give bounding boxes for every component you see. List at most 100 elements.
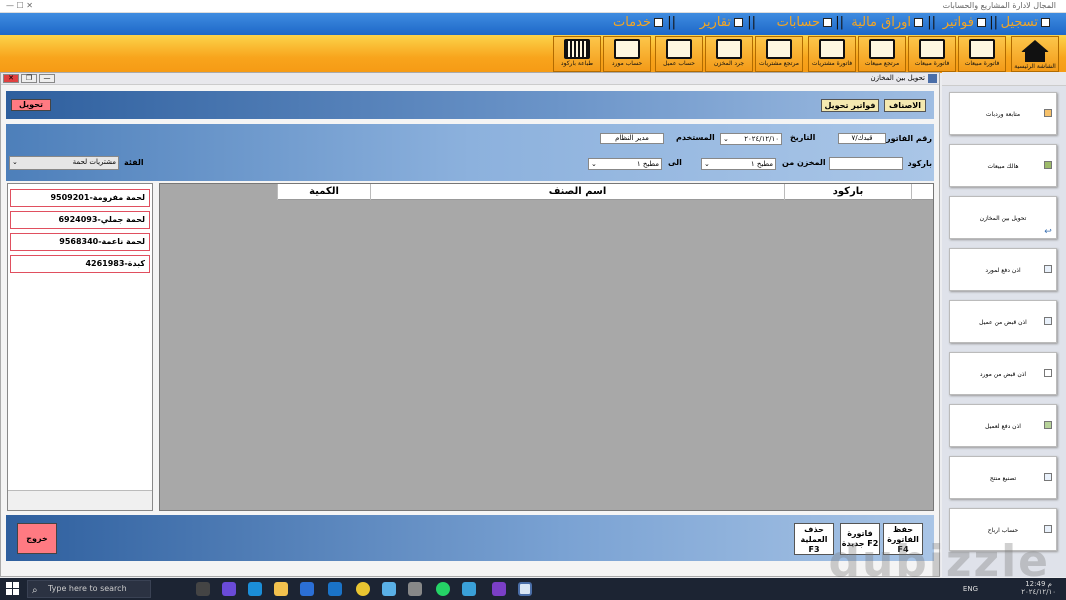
barcode-input[interactable]	[829, 157, 903, 170]
menu-reports[interactable]: تقارير	[700, 15, 743, 30]
sales-return-button[interactable]: مرتجع مبيعات	[858, 36, 906, 72]
customer-account-button[interactable]: حساب عميل	[655, 36, 703, 72]
supplier-account-icon	[614, 39, 640, 59]
sidebar-item-supplier-receipt[interactable]: اذن قبض من مورد	[949, 352, 1057, 395]
main-toolbar: الشاشة الرئيسية فاتورة مبيعات فاتورة مبي…	[0, 35, 1066, 73]
profit-icon	[1044, 525, 1052, 533]
app-icon[interactable]	[382, 582, 396, 596]
menu-icon	[977, 18, 986, 27]
purchase-invoice-button[interactable]: فاتورة مشتريات	[808, 36, 856, 72]
returns-icon	[869, 39, 895, 59]
sidebar-item-sales-waste[interactable]: هالك مبيعات	[949, 144, 1057, 187]
to-store-select[interactable]: ⌄ مطبخ ١	[588, 158, 662, 170]
explorer-icon[interactable]	[274, 582, 288, 596]
col-qty[interactable]: الكمية	[277, 184, 370, 200]
sidebar-item-label: تحويل بين المخازن	[979, 215, 1027, 222]
windows-start-icon[interactable]	[6, 582, 20, 596]
customer-account-icon	[666, 39, 692, 59]
bottom-band: خروج حذف العملية F3 فاتورة جديدة F2 حفظ …	[6, 515, 934, 561]
taskbar-search[interactable]: ⌕ Type here to search	[27, 580, 151, 598]
menu-icon	[1041, 18, 1050, 27]
barcode-icon	[564, 39, 590, 59]
category-select[interactable]: ⌄ مشتريات لحمة	[9, 156, 119, 170]
purchase-return-icon	[766, 39, 792, 59]
toolbar-label: جرد المخزن	[713, 60, 745, 67]
supplier-account-button[interactable]: حساب مورد	[603, 36, 651, 72]
home-button[interactable]: الشاشة الرئيسية	[1011, 36, 1059, 72]
chevron-down-icon: ⌄	[591, 160, 597, 168]
sidebar-item-store-transfer[interactable]: تحويل بين المخازن ↩	[949, 196, 1057, 239]
task-view-icon[interactable]	[196, 582, 210, 596]
app-icon[interactable]	[408, 582, 422, 596]
invoice-number-field[interactable]: قبدك/٧	[838, 133, 886, 144]
calculator-button[interactable]: فاتورة مبيعات	[908, 36, 956, 72]
user-label: المستخدم	[676, 133, 715, 142]
transfer-window: ✕ ❐ — تحويل بين المخازن تحويل فواتير تحو…	[0, 72, 940, 577]
ledger-icon	[1044, 421, 1052, 429]
sidebar-item-shift-tracking[interactable]: متابعة وردبات	[949, 92, 1057, 135]
items-grid[interactable]: الكمية اسم الصنف باركود	[159, 183, 934, 511]
toolbar-label: حساب مورد	[611, 60, 643, 67]
store-icon[interactable]	[300, 582, 314, 596]
edge-icon[interactable]	[248, 582, 262, 596]
window-titlebar: ✕ ❐ — تحويل بين المخازن	[1, 73, 939, 85]
menu-accounts[interactable]: حسابات	[777, 15, 832, 30]
clock-date: ٢٠٢٤/١٢/١٠	[1021, 588, 1056, 596]
minimize-close-icons[interactable]: — ☐ ✕	[6, 1, 33, 10]
inventory-button[interactable]: جرد المخزن	[705, 36, 753, 72]
whatsapp-icon[interactable]	[436, 582, 450, 596]
menu-services[interactable]: خدمات	[613, 15, 663, 30]
receipt-icon	[1044, 317, 1052, 325]
restore-icon[interactable]: ❐	[21, 74, 37, 83]
menu-invoices[interactable]: فواتير	[943, 15, 986, 30]
list-item[interactable]: لحمة ناعمة-9568340	[10, 233, 150, 251]
factory-icon	[1044, 473, 1052, 481]
exit-button[interactable]: خروج	[17, 523, 57, 554]
sidebar-item-label: متابعة وردبات	[985, 111, 1021, 118]
sales-invoice-button[interactable]: فاتورة مبيعات	[958, 36, 1006, 72]
invoice-form: رقم الفاتورة قبدك/٧ التاريخ ⌄ ٢٠٢٤/١٢/١٠ …	[6, 124, 934, 181]
menu-register[interactable]: تسجيل	[1001, 15, 1050, 30]
invoice-number-label: رقم الفاتورة	[881, 134, 932, 143]
home-icon	[1021, 40, 1049, 52]
col-barcode[interactable]: باركود	[784, 184, 911, 200]
print-barcode-button[interactable]: طباعة باركود	[553, 36, 601, 72]
sidebar-item-label: هالك مبيعات	[987, 163, 1019, 170]
toolbar-label: فاتورة مبيعات	[914, 60, 950, 67]
top-band: تحويل فواتير تحويل الاصناف	[6, 91, 934, 119]
copilot-icon[interactable]	[222, 582, 236, 596]
search-icon: ⌕	[32, 585, 38, 596]
from-store-select[interactable]: ⌄ مطبخ ١	[701, 158, 776, 170]
to-store-value: مطبخ ١	[636, 160, 659, 168]
category-label: الفئة	[124, 158, 144, 167]
user-field[interactable]: مدير النظام	[600, 133, 664, 144]
visual-studio-icon[interactable]	[492, 582, 506, 596]
list-item[interactable]: لحمة جملي-6924093	[10, 211, 150, 229]
date-picker[interactable]: ⌄ ٢٠٢٤/١٢/١٠	[720, 133, 782, 145]
transfer-invoices-button[interactable]: فواتير تحويل	[821, 99, 879, 112]
chrome-icon[interactable]	[356, 582, 370, 596]
edit-button[interactable]: تحويل	[11, 99, 51, 111]
list-item[interactable]: كبدة-4261983	[10, 255, 150, 273]
menu-papers[interactable]: اوراق مالية	[851, 15, 923, 30]
purchase-return-button[interactable]: مرتجع مشتريات	[755, 36, 803, 72]
app-icon[interactable]	[462, 582, 476, 596]
close-icon[interactable]: ✕	[3, 74, 19, 83]
items-button[interactable]: الاصناف	[884, 99, 926, 112]
toolbar-label: مرتجع مشتريات	[758, 60, 799, 67]
toolbar-label: طباعة باركود	[560, 60, 594, 67]
sidebar-item-customer-receipt[interactable]: اذن قبض من عميل	[949, 300, 1057, 343]
sidebar-item-customer-payment[interactable]: اذن دفع لعميل	[949, 404, 1057, 447]
list-item[interactable]: لحمة مفرومة-9509201	[10, 189, 150, 207]
menu-bar: تسجيل || فواتير || اوراق مالية || حسابات…	[0, 13, 1066, 35]
outlook-icon[interactable]	[328, 582, 342, 596]
running-app-icon[interactable]	[518, 582, 532, 596]
col-item-name[interactable]: اسم الصنف	[370, 184, 784, 200]
minimize-icon[interactable]: —	[39, 74, 55, 83]
home-icon-base	[1025, 52, 1045, 62]
sidebar-item-label: حساب ارباح	[987, 527, 1019, 534]
menu-icon	[734, 18, 743, 27]
sidebar-item-manufacture[interactable]: تصنيع منتج	[949, 456, 1057, 499]
sidebar-item-supplier-payment[interactable]: اذن دفع لمورد	[949, 248, 1057, 291]
toolbar-label: فاتورة مبيعات	[964, 60, 1000, 67]
